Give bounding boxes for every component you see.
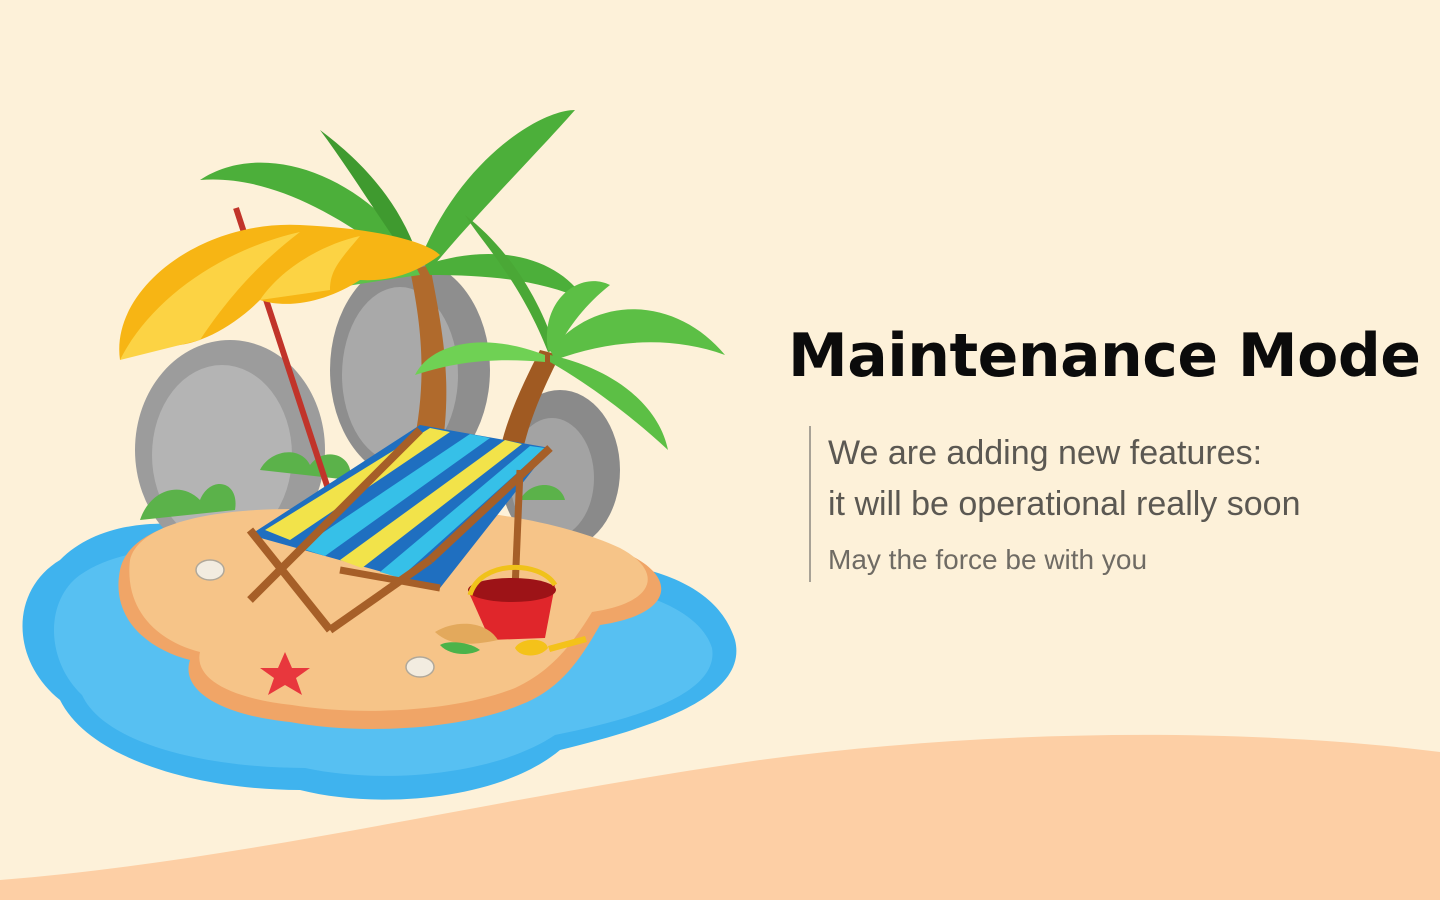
- maintenance-page: Maintenance Mode We are adding new featu…: [0, 0, 1440, 900]
- message-line-1: We are adding new features:: [828, 434, 1263, 472]
- message-line-2: it will be operational really soon: [828, 485, 1301, 523]
- shell-1: [195, 559, 225, 581]
- page-title: Maintenance Mode: [788, 321, 1421, 391]
- maintenance-message-panel: Maintenance Mode We are adding new featu…: [788, 316, 1428, 582]
- tagline: May the force be with you: [828, 544, 1148, 575]
- shell-2: [405, 656, 435, 678]
- message-block: We are adding new features: it will be o…: [809, 426, 1428, 582]
